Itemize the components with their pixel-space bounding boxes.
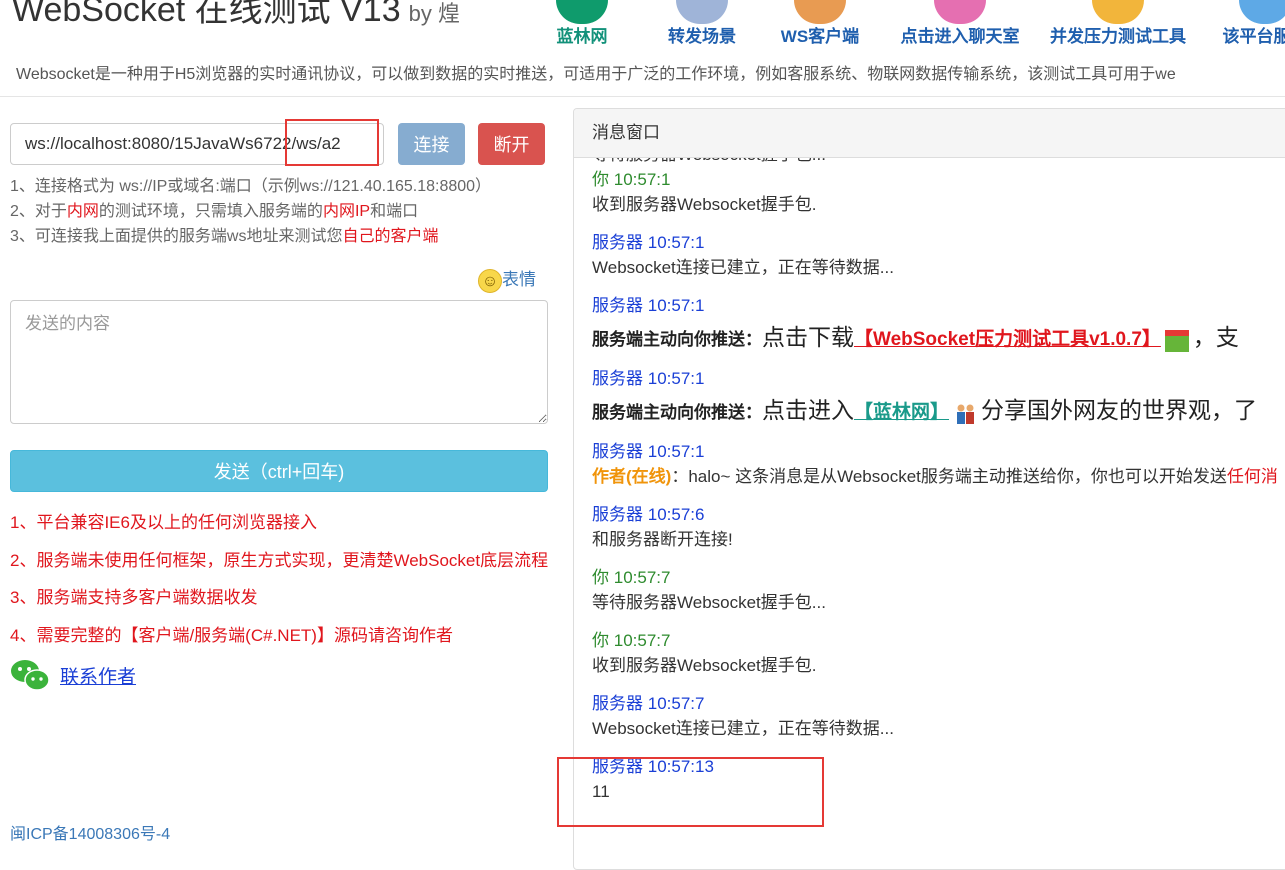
top-nav: 蓝林网 转发场景 WS客户端 点击进入聊天室 并发压力测试工具 该平台服务 [540, 0, 1285, 46]
intro-text: Websocket是一种用于H5浏览器的实时通讯协议，可以做到数据的实时推送，可… [16, 66, 1176, 83]
wechat-icon [11, 660, 50, 691]
nav-stress-test-tool[interactable]: 并发压力测试工具 [1047, 0, 1189, 48]
platform-service-icon [1239, 0, 1285, 24]
nav-forward-scene[interactable]: 转发场景 [664, 0, 740, 48]
nav-lanlin[interactable]: 蓝林网 [552, 0, 612, 48]
message-item: 你 10:57:7 收到服务器Websocket握手包. [592, 631, 817, 675]
site-author: by 煌 [408, 1, 460, 26]
gift-icon [1164, 329, 1189, 352]
disconnect-button[interactable]: 断开 [478, 123, 545, 165]
site-title: WebSocket 在线测试 V13 by 煌 [12, 0, 460, 29]
connect-button[interactable]: 连接 [398, 123, 465, 165]
nav-ws-client[interactable]: WS客户端 [778, 0, 862, 48]
message-item: 你 10:57:7 等待服务器Websocket握手包... [592, 568, 826, 612]
message-item: 服务器 10:57:7 Websocket连接已建立，正在等待数据... [592, 694, 894, 738]
tip-2: 2、对于内网的测试环境，只需填入服务端的内网IP和端口 [10, 203, 419, 220]
message-item: 等待服务器Websocket握手包... [592, 158, 1285, 167]
feature-item: 1、平台兼容IE6及以上的任何浏览器接入 [10, 513, 317, 532]
message-item: 服务器 10:57:1 作者(在线)：halo~ 这条消息是从Websocket… [592, 442, 1278, 486]
message-window-title: 消息窗口 [574, 109, 1285, 158]
feature-item: 2、服务端未使用任何框架，原生方式实现，更清楚WebSocket底层流程 [10, 550, 549, 570]
chatroom-icon [934, 0, 986, 24]
forward-scene-icon [676, 0, 728, 24]
message-item: 服务器 10:57:6 和服务器断开连接! [592, 505, 733, 549]
globe-icon [556, 0, 608, 24]
stress-tool-download-link[interactable]: 【WebSocket压力测试工具v1.0.7】 [854, 329, 1161, 350]
message-window: 消息窗口 等待服务器Websocket握手包... 你 10:57:1 收到服务… [573, 108, 1285, 870]
message-item: 服务器 10:57:1 服务端主动向你推送：点击下载【WebSocket压力测试… [592, 296, 1239, 352]
icp-link[interactable]: 闽ICP备14008306号-4 [10, 820, 170, 844]
ws-client-icon [794, 0, 846, 24]
feature-list: 1、平台兼容IE6及以上的任何浏览器接入 2、服务端未使用任何框架，原生方式实现… [10, 510, 548, 660]
message-item: 服务器 10:57:1 Websocket连接已建立，正在等待数据... [592, 233, 894, 277]
ws-url-input[interactable] [10, 123, 384, 165]
emoji-button[interactable]: ☺ 表情 [478, 265, 536, 293]
send-button[interactable]: 发送（ctrl+回车) [10, 450, 548, 492]
message-item: 你 10:57:1 收到服务器Websocket握手包. [592, 170, 817, 214]
contact-author-link[interactable]: 联系作者 [60, 662, 136, 689]
people-icon [957, 404, 975, 424]
feature-item: 3、服务端支持多客户端数据收发 [10, 588, 258, 607]
message-item: 服务器 10:57:1 服务端主动向你推送：点击进入【蓝林网】 分享国外网友的世界… [592, 366, 1285, 439]
header-divider [0, 96, 1285, 97]
connection-tips: 1、连接格式为 ws://IP或域名:端口（示例ws://121.40.165.… [10, 174, 491, 249]
nav-platform-service[interactable]: 该平台服务 [1210, 0, 1285, 48]
message-item: 服务器 10:57:13 11 [592, 757, 714, 801]
message-input[interactable] [10, 300, 548, 424]
tip-3: 3、可连接我上面提供的服务端ws地址来测试您自己的客户端 [10, 228, 439, 245]
stress-tool-icon [1092, 0, 1144, 24]
smiley-icon: ☺ [478, 268, 502, 293]
feature-item: 4、需要完整的【客户端/服务端(C#.NET)】源码请咨询作者 [10, 625, 453, 645]
tip-1: 1、连接格式为 ws://IP或域名:端口（示例ws://121.40.165.… [10, 178, 492, 195]
nav-chatroom[interactable]: 点击进入聊天室 [897, 0, 1023, 48]
lanlin-link[interactable]: 【蓝林网】 [854, 402, 949, 423]
message-list-scroll[interactable]: 等待服务器Websocket握手包... 你 10:57:1 收到服务器Webs… [592, 158, 1285, 869]
message-list: 等待服务器Websocket握手包... 你 10:57:1 收到服务器Webs… [592, 158, 1285, 817]
